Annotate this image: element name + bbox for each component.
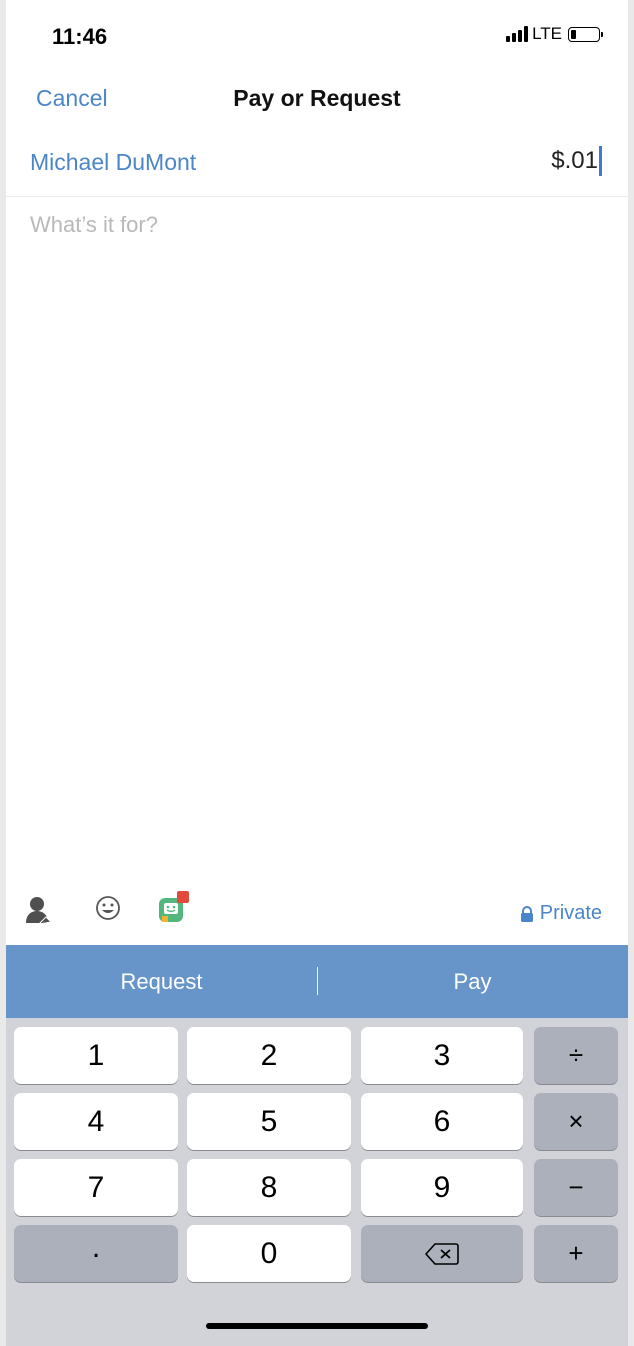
tag-person-icon[interactable] <box>24 894 54 933</box>
key-3[interactable]: 3 <box>361 1027 523 1084</box>
compose-toolbar: Private <box>6 890 628 936</box>
status-time: 11:46 <box>52 24 108 49</box>
key-multiply[interactable]: × <box>534 1093 618 1150</box>
key-2[interactable]: 2 <box>187 1027 351 1084</box>
privacy-label: Private <box>539 902 602 924</box>
key-9[interactable]: 9 <box>361 1159 523 1216</box>
emoji-icon[interactable] <box>94 894 122 927</box>
action-bar: Request Pay <box>6 945 628 1018</box>
key-5[interactable]: 5 <box>187 1093 351 1150</box>
key-7[interactable]: 7 <box>14 1159 178 1216</box>
key-6[interactable]: 6 <box>361 1093 523 1150</box>
key-add[interactable]: + <box>534 1225 618 1282</box>
nav-bar: Pay or Request Cancel <box>6 72 628 124</box>
network-label: LTE <box>532 24 562 43</box>
amount-field[interactable]: $.01 <box>551 146 602 176</box>
sticker-icon[interactable] <box>156 890 192 931</box>
status-bar: 11:46 LTE <box>6 0 628 70</box>
lock-icon <box>520 905 533 922</box>
key-decimal[interactable]: . <box>14 1225 178 1282</box>
key-subtract[interactable]: − <box>534 1159 618 1216</box>
text-caret <box>599 146 602 176</box>
delete-key[interactable] <box>361 1225 523 1282</box>
note-input[interactable]: What’s it for? <box>30 212 158 238</box>
privacy-toggle[interactable]: Private <box>520 902 602 925</box>
status-indicators: LTE <box>506 24 603 44</box>
signal-icon <box>506 26 529 42</box>
numeric-keypad: 1 2 3 ÷ 4 5 6 × 7 8 9 − . 0 + <box>6 1018 628 1346</box>
key-1[interactable]: 1 <box>14 1027 178 1084</box>
backspace-icon <box>425 1242 459 1265</box>
key-0[interactable]: 0 <box>187 1225 351 1282</box>
recipient-name[interactable]: Michael DuMont <box>30 149 196 176</box>
request-button[interactable]: Request <box>6 945 317 1018</box>
key-divide[interactable]: ÷ <box>534 1027 618 1084</box>
right-frame-edge <box>628 0 634 1346</box>
amount-value: $.01 <box>551 147 598 174</box>
pay-button[interactable]: Pay <box>317 945 628 1018</box>
key-4[interactable]: 4 <box>14 1093 178 1150</box>
recipient-row[interactable]: Michael DuMont $.01 <box>6 134 628 197</box>
cancel-button[interactable]: Cancel <box>36 85 108 112</box>
home-indicator <box>206 1323 428 1329</box>
battery-icon <box>568 26 603 42</box>
decimal-label: . <box>91 1230 101 1264</box>
key-8[interactable]: 8 <box>187 1159 351 1216</box>
